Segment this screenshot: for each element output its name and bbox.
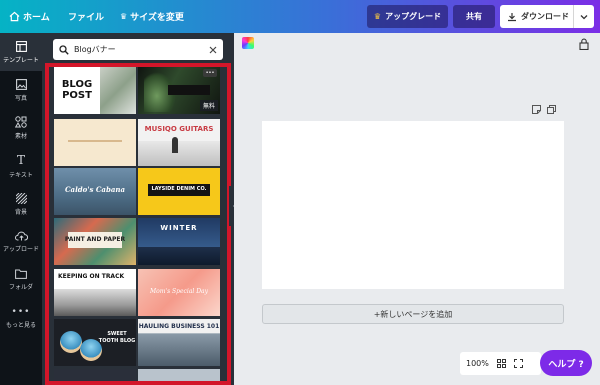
- rail-label: 写真: [14, 94, 27, 102]
- upgrade-button[interactable]: ♛ アップグレード: [367, 5, 448, 28]
- rail-label: テンプレート: [3, 56, 39, 64]
- download-label: ダウンロード: [521, 12, 569, 21]
- rail-item-templates[interactable]: テンプレート: [0, 33, 42, 71]
- home-button[interactable]: ホーム: [9, 0, 50, 33]
- download-icon: [508, 12, 516, 21]
- close-icon[interactable]: [209, 46, 217, 54]
- fullscreen-icon[interactable]: [513, 359, 523, 368]
- zoom-controls: 100%: [460, 352, 541, 375]
- design-page[interactable]: [262, 121, 564, 289]
- lock-icon[interactable]: [579, 38, 589, 50]
- home-icon: [9, 11, 20, 22]
- rail-item-background[interactable]: 背景: [0, 185, 42, 223]
- rail-item-folders[interactable]: フォルダ: [0, 261, 42, 299]
- zoom-level[interactable]: 100%: [466, 359, 489, 368]
- rail-item-more[interactable]: ••• もっと見る: [0, 299, 42, 337]
- templates-panel: Blogバナー BLOG POST ••• 無料 MUSIQO GUITARS …: [42, 33, 234, 385]
- selection-highlight: [45, 63, 231, 385]
- top-bar: ホーム ファイル ♛ サイズを変更 ♛ アップグレード 共有 ダウンロード: [0, 0, 600, 33]
- download-main[interactable]: ダウンロード: [500, 5, 574, 28]
- note-icon[interactable]: [532, 105, 541, 114]
- help-button[interactable]: ヘルプ ?: [540, 350, 592, 376]
- rail-label: フォルダ: [8, 284, 33, 291]
- search-icon: [59, 44, 69, 55]
- folder-icon: [15, 269, 27, 279]
- background-icon: [15, 192, 27, 204]
- rail-label: 背景: [14, 208, 27, 216]
- rail-item-uploads[interactable]: アップロード: [0, 223, 42, 261]
- file-label: ファイル: [68, 13, 105, 23]
- add-page-button[interactable]: +新しいページを追加: [262, 304, 564, 324]
- download-button[interactable]: ダウンロード: [500, 5, 594, 28]
- crown-icon: ♛: [120, 12, 128, 21]
- home-label: ホーム: [23, 13, 50, 23]
- chevron-down-icon: [580, 14, 588, 19]
- rail-item-elements[interactable]: 素材: [0, 109, 42, 147]
- share-button[interactable]: 共有: [453, 5, 495, 28]
- page-tools: [532, 105, 556, 114]
- photo-icon: [15, 78, 27, 90]
- share-label: 共有: [466, 12, 482, 21]
- grid-view-icon[interactable]: [496, 359, 506, 368]
- color-picker-icon[interactable]: [242, 37, 254, 49]
- side-rail: テンプレート 写真 素材 T テキスト 背景 アップロード フォルダ ••• も…: [0, 33, 42, 385]
- upload-icon: [14, 231, 28, 241]
- resize-button[interactable]: ♛ サイズを変更: [120, 0, 184, 33]
- rail-label: テキスト: [9, 172, 33, 179]
- rail-item-text[interactable]: T テキスト: [0, 147, 42, 185]
- crown-icon: ♛: [373, 12, 382, 21]
- template-icon: [15, 40, 27, 52]
- rail-label: もっと見る: [5, 322, 36, 329]
- rail-label: 素材: [14, 133, 27, 140]
- editor-area: +新しいページを追加 100% ヘルプ ?: [234, 33, 600, 385]
- duplicate-icon[interactable]: [547, 105, 556, 114]
- elements-icon: [15, 116, 27, 128]
- search-input[interactable]: Blogバナー: [74, 44, 204, 55]
- more-icon: •••: [11, 307, 31, 317]
- upgrade-label: アップグレード: [385, 12, 442, 21]
- file-menu[interactable]: ファイル: [68, 0, 104, 33]
- search-box[interactable]: Blogバナー: [53, 39, 223, 60]
- rail-label: アップロード: [2, 246, 39, 253]
- download-options-button[interactable]: [574, 5, 594, 28]
- rail-item-photos[interactable]: 写真: [0, 71, 42, 109]
- resize-label: サイズを変更: [130, 13, 184, 23]
- text-icon: T: [16, 153, 25, 167]
